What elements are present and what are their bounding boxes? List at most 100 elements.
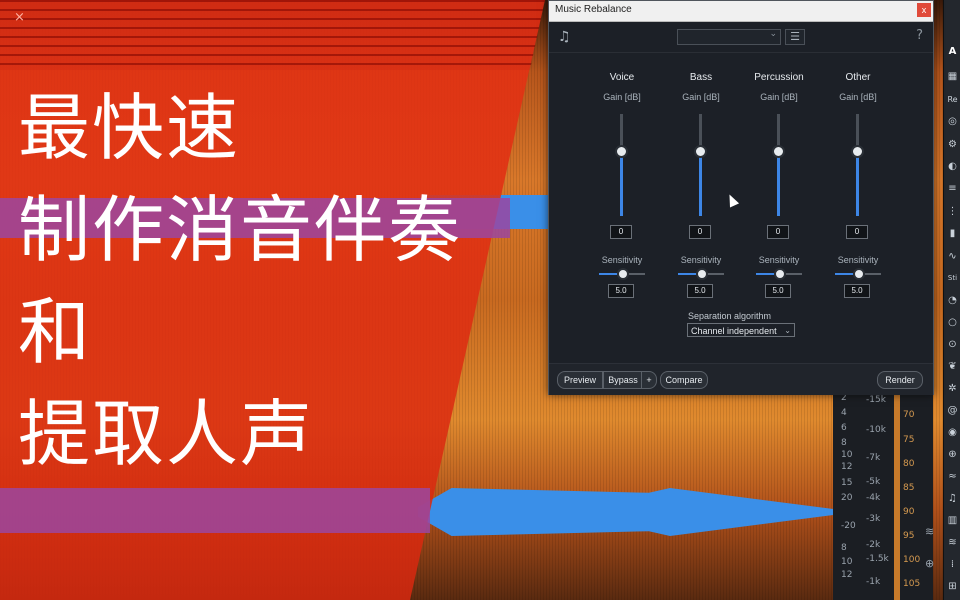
vocal-band-top xyxy=(420,195,550,229)
sensitivity-slider-handle[interactable] xyxy=(617,268,629,280)
leaf-icon[interactable]: ❦ xyxy=(946,360,959,373)
gain-slider-handle[interactable] xyxy=(772,145,785,158)
sensitivity-label: Sensitivity xyxy=(837,255,879,265)
vocal-band-bottom xyxy=(418,488,838,536)
plug-icon[interactable]: ⊙ xyxy=(946,338,959,351)
render-button[interactable]: Render xyxy=(877,371,923,389)
add-button[interactable]: + xyxy=(641,371,657,389)
bars-icon[interactable]: ▮ xyxy=(946,227,959,240)
globe-icon[interactable]: ⊕ xyxy=(946,448,959,461)
frequency-scale: 2 4 6 8 10 12 15 20 -20 8 10 12 -15k -10… xyxy=(833,390,933,600)
music-note-icon[interactable]: ♫ xyxy=(558,29,571,45)
meter-tick: 80 xyxy=(903,459,915,469)
wave-icon[interactable]: ∿ xyxy=(946,250,959,263)
eq-toggle-icon[interactable]: ≋ xyxy=(925,525,934,538)
gain-unit-label: Gain [dB] xyxy=(839,92,877,102)
sensitivity-slider-handle[interactable] xyxy=(853,268,865,280)
eq-icon[interactable]: ≋ xyxy=(946,536,959,549)
gear-icon[interactable]: ✲ xyxy=(946,382,959,395)
meter-tick: 90 xyxy=(903,507,915,517)
gain-slider-handle[interactable] xyxy=(694,145,707,158)
db-tick: -20 xyxy=(841,521,856,531)
db-tick: 15 xyxy=(841,478,853,488)
sensitivity-value-field[interactable]: 5.0 xyxy=(765,284,791,298)
bypass-button[interactable]: Bypass xyxy=(603,371,643,389)
db-tick: 4 xyxy=(841,408,847,418)
gain-slider-fill xyxy=(856,151,859,216)
db-tick: 8 xyxy=(841,543,847,553)
plugin-toolbar: ♫ ⌄ ☰ ? xyxy=(549,22,933,53)
tool-re-label[interactable]: Re xyxy=(946,93,959,106)
channel-name: Voice xyxy=(609,72,635,83)
db-tick: 12 xyxy=(841,462,853,472)
menu-icon[interactable]: ☰ xyxy=(785,29,805,45)
zoom-icon[interactable]: ⊕ xyxy=(925,557,934,570)
meter-tick: 70 xyxy=(903,410,915,420)
db-tick: 10 xyxy=(841,557,853,567)
db-tick: 6 xyxy=(841,423,847,433)
gain-value-field[interactable]: 0 xyxy=(846,225,868,239)
db-tick: 12 xyxy=(841,570,853,580)
music-rebalance-window: Music Rebalance x ♫ ⌄ ☰ ? Voice Gain [dB… xyxy=(548,0,934,395)
dots-icon[interactable]: ⋮ xyxy=(946,205,959,218)
wave-icon[interactable]: ≈ xyxy=(946,470,959,483)
db-tick: 20 xyxy=(841,493,853,503)
gain-unit-label: Gain [dB] xyxy=(760,92,798,102)
meter-tick: 105 xyxy=(903,579,921,589)
gain-slider-fill xyxy=(620,151,623,216)
circle-icon[interactable]: ○ xyxy=(946,316,959,329)
sensitivity-slider-handle[interactable] xyxy=(774,268,786,280)
spiral-icon[interactable]: @ xyxy=(946,404,959,417)
tool-strip: A ▦ Re ◎ ⚙ ◐ ≡ ⋮ ▮ ∿ Sti ◔ ○ ⊙ ❦ ✲ @ ◉ ⊕… xyxy=(943,0,960,600)
close-button[interactable]: x xyxy=(917,3,931,17)
window-title: Music Rebalance xyxy=(555,4,632,15)
sensitivity-label: Sensitivity xyxy=(758,255,800,265)
hz-tick: -5k xyxy=(866,477,881,487)
hz-tick: -1.5k xyxy=(866,554,889,564)
window-titlebar[interactable]: Music Rebalance x xyxy=(549,1,933,22)
hz-tick: -3k xyxy=(866,514,881,524)
gain-slider-handle[interactable] xyxy=(851,145,864,158)
meter-tick: 85 xyxy=(903,483,915,493)
wrench-icon[interactable]: ⚙ xyxy=(946,138,959,151)
sensitivity-value-field[interactable]: 5.0 xyxy=(608,284,634,298)
preview-button[interactable]: Preview xyxy=(557,371,603,389)
tool-sti-label[interactable]: Sti xyxy=(946,272,959,285)
meter-tick: 95 xyxy=(903,531,915,541)
bars-icon[interactable]: ▥ xyxy=(946,514,959,527)
gain-value-field[interactable]: 0 xyxy=(767,225,789,239)
plugin-footer: Preview Bypass + Compare Render xyxy=(549,363,933,395)
knob-icon[interactable]: ◉ xyxy=(946,426,959,439)
music-icon[interactable]: ♫ xyxy=(946,492,959,505)
waveform-icon[interactable]: ⁞ xyxy=(946,558,959,571)
hz-tick: -2k xyxy=(866,540,881,550)
gain-unit-label: Gain [dB] xyxy=(603,92,641,102)
db-tick: 8 xyxy=(841,438,847,448)
sensitivity-slider-handle[interactable] xyxy=(696,268,708,280)
channel-name: Other xyxy=(845,72,871,83)
compare-button[interactable]: Compare xyxy=(660,371,708,389)
sensitivity-value-field[interactable]: 5.0 xyxy=(844,284,870,298)
sensitivity-label: Sensitivity xyxy=(601,255,643,265)
chevron-down-icon: ⌄ xyxy=(769,29,777,39)
gain-value-field[interactable]: 0 xyxy=(610,225,632,239)
gain-value-field[interactable]: 0 xyxy=(689,225,711,239)
tool-a-label[interactable]: A xyxy=(946,45,959,58)
expand-icon[interactable]: ⊞ xyxy=(946,580,959,593)
sensitivity-label: Sensitivity xyxy=(680,255,722,265)
sliders-icon[interactable]: ≡ xyxy=(946,182,959,195)
meter-tick: 100 xyxy=(903,555,921,565)
preset-dropdown[interactable]: ⌄ xyxy=(677,29,781,45)
channel-name: Bass xyxy=(689,72,713,83)
gain-slider-handle[interactable] xyxy=(615,145,628,158)
sensitivity-value-field[interactable]: 5.0 xyxy=(687,284,713,298)
contrast-icon[interactable]: ◐ xyxy=(946,160,959,173)
target-icon[interactable]: ◎ xyxy=(946,115,959,128)
grid-icon[interactable]: ▦ xyxy=(946,70,959,83)
help-icon[interactable]: ? xyxy=(916,28,923,43)
separation-algorithm-select[interactable]: Channel independent ⌄ xyxy=(687,323,795,337)
db-tick: 10 xyxy=(841,450,853,460)
hz-tick: -7k xyxy=(866,453,881,463)
gauge-icon[interactable]: ◔ xyxy=(946,294,959,307)
level-meter xyxy=(894,390,900,600)
